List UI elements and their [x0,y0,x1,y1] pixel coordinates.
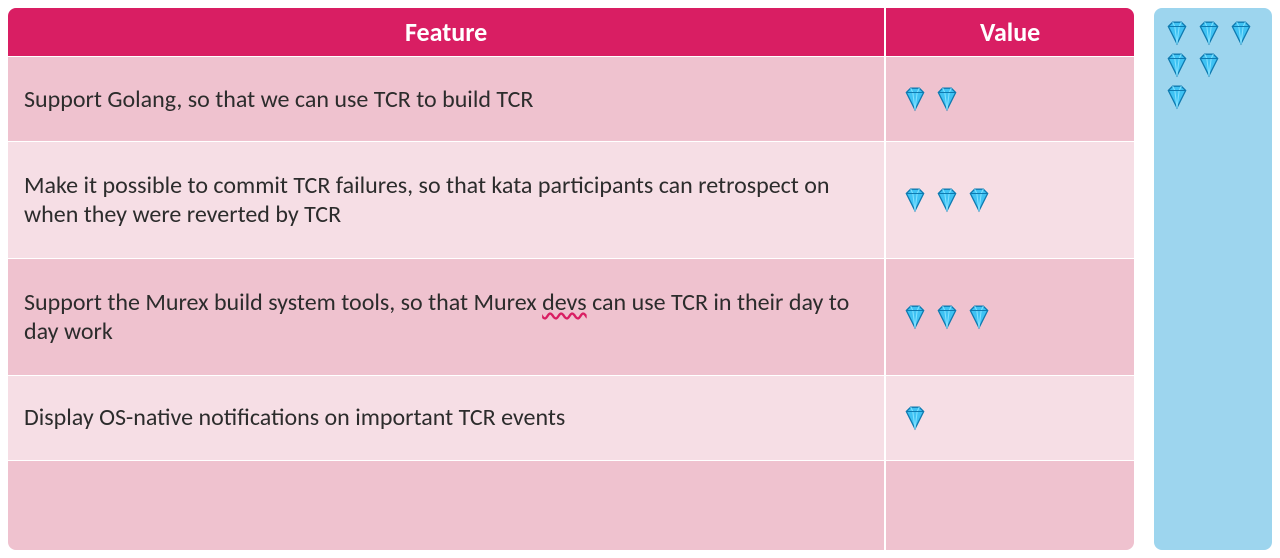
diamond-icon [902,304,928,330]
value-cell [886,56,1134,141]
diamond-icon [902,405,928,431]
diamond-icon [1164,52,1190,78]
gem-bank-row [1164,52,1262,78]
feature-value-table: Feature Value Support Golang, so that we… [8,8,1134,550]
header-feature: Feature [8,8,886,56]
feature-cell: Support Golang, so that we can use TCR t… [8,56,886,141]
table-row: Display OS-native notifications on impor… [8,375,1134,460]
diamond-icon [1196,52,1222,78]
gem-bank-row [1164,20,1262,46]
diamond-icon [934,304,960,330]
diamond-icon [902,187,928,213]
feature-cell: Display OS-native notifications on impor… [8,375,886,460]
diamond-icon [934,187,960,213]
diamond-icon [1228,20,1254,46]
feature-cell: Make it possible to commit TCR failures,… [8,141,886,258]
table-row [8,460,1134,550]
feature-cell: Support the Murex build system tools, so… [8,258,886,375]
table-row: Support the Murex build system tools, so… [8,258,1134,375]
header-value: Value [886,8,1134,56]
feature-cell [8,460,886,550]
value-cell [886,460,1134,550]
value-cell [886,258,1134,375]
diamond-icon [1164,20,1190,46]
gem-bank-row [1164,84,1262,110]
diamond-icon [1196,20,1222,46]
diamond-icon [934,86,960,112]
table-body: Support Golang, so that we can use TCR t… [8,56,1134,550]
value-cell [886,141,1134,258]
diamond-icon [966,187,992,213]
value-cell [886,375,1134,460]
diamond-icon [902,86,928,112]
table-row: Support Golang, so that we can use TCR t… [8,56,1134,141]
gem-bank [1154,8,1272,550]
diamond-icon [1164,84,1190,110]
diamond-icon [966,304,992,330]
table-row: Make it possible to commit TCR failures,… [8,141,1134,258]
